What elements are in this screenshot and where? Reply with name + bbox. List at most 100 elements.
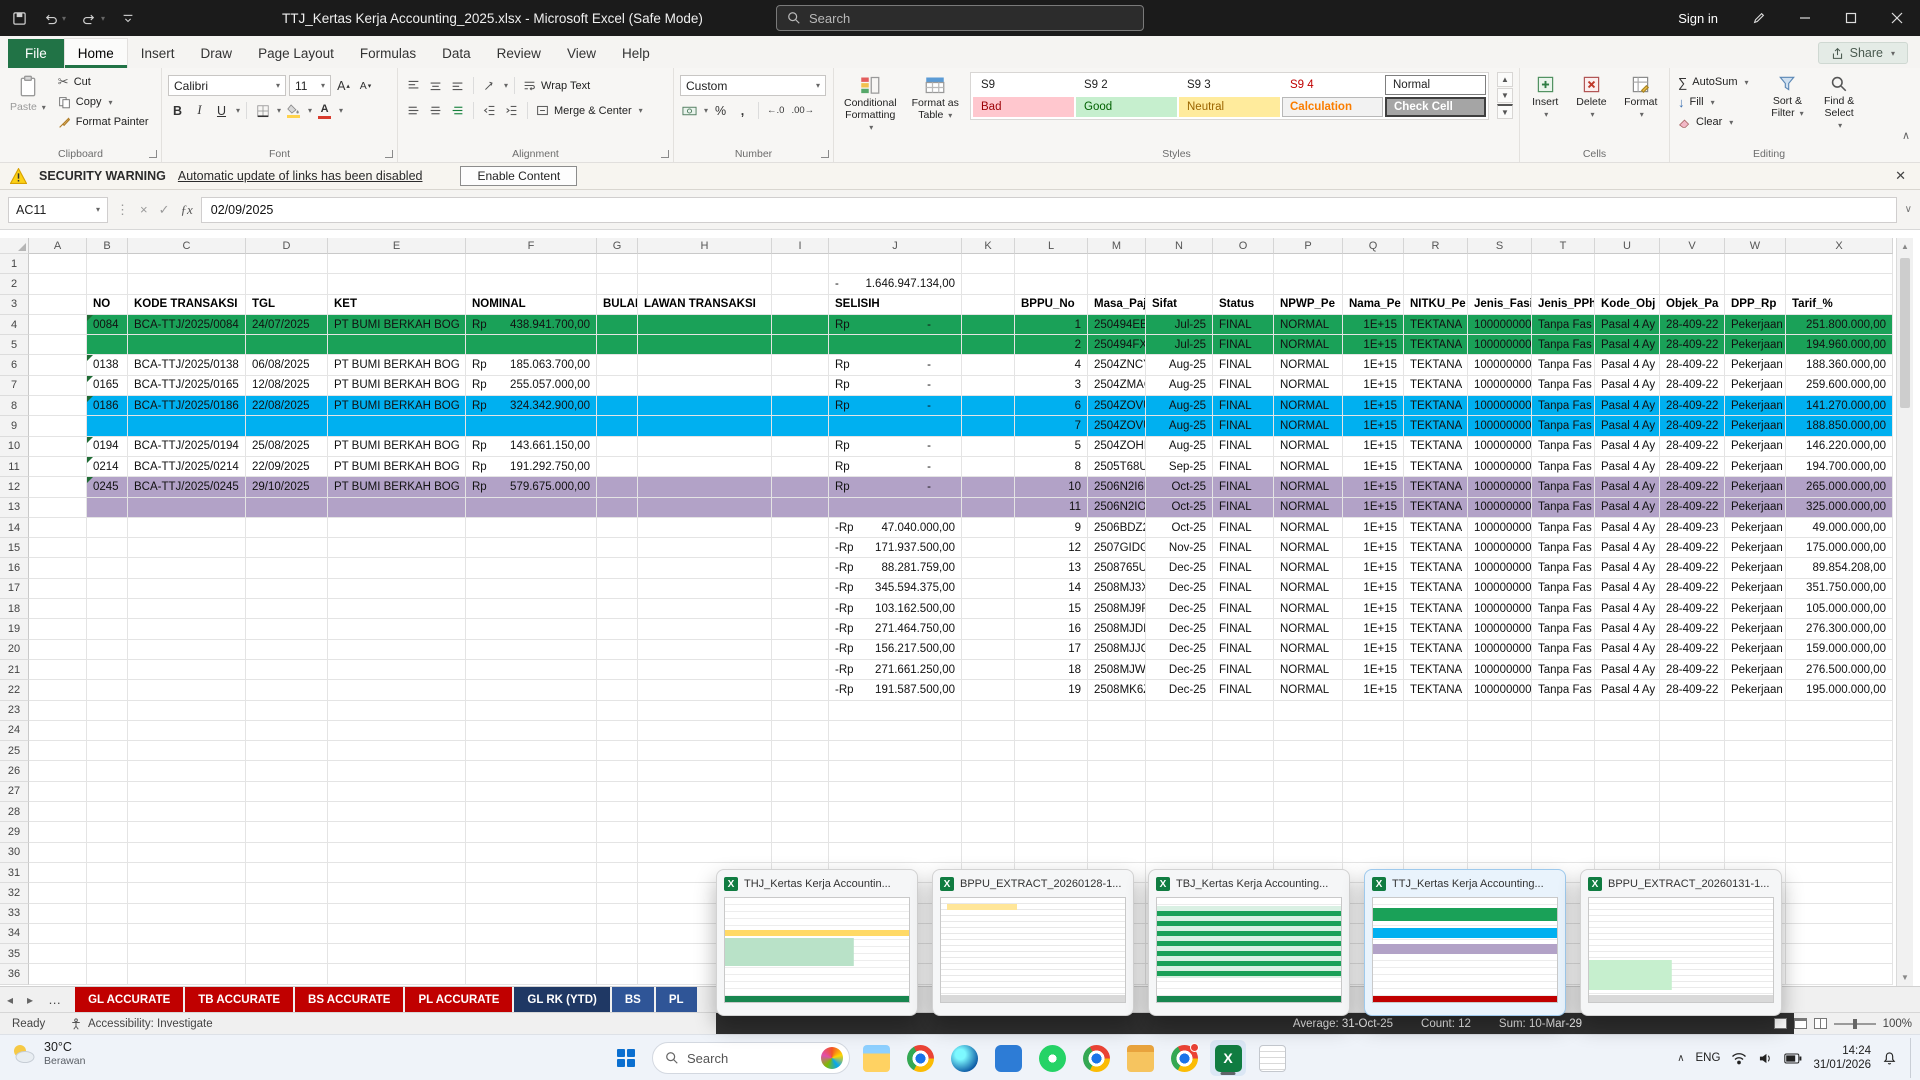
cell-B27[interactable] xyxy=(87,782,128,802)
cell-N20[interactable]: Dec-25 xyxy=(1146,640,1213,660)
cell-G16[interactable] xyxy=(597,558,638,578)
cell-V27[interactable] xyxy=(1660,782,1725,802)
cell-P11[interactable]: NORMAL xyxy=(1274,457,1343,477)
taskbar-preview-card-4[interactable]: XTTJ_Kertas Kerja Accounting... xyxy=(1364,869,1566,1016)
cell-N24[interactable] xyxy=(1146,721,1213,741)
cell-W14[interactable]: Pekerjaan xyxy=(1725,518,1786,538)
cell-U29[interactable] xyxy=(1595,822,1660,842)
taskbar-preview-card-5[interactable]: XBPPU_EXTRACT_20260131-1... xyxy=(1580,869,1782,1016)
cell-J21[interactable]: -Rp271.661.250,00 xyxy=(829,660,962,680)
cell-P20[interactable]: NORMAL xyxy=(1274,640,1343,660)
cell-S29[interactable] xyxy=(1468,822,1532,842)
cell-W13[interactable]: Pekerjaan xyxy=(1725,498,1786,518)
row-header-25[interactable]: 25 xyxy=(0,741,29,761)
cell-W3[interactable]: DPP_Rp xyxy=(1725,295,1786,315)
cell-L10[interactable]: 5 xyxy=(1015,437,1088,457)
cell-B23[interactable] xyxy=(87,701,128,721)
row-header-13[interactable]: 13 xyxy=(0,498,29,518)
cell-H21[interactable] xyxy=(638,660,772,680)
cut-button[interactable]: ✂Cut xyxy=(56,72,151,92)
cell-D33[interactable] xyxy=(246,904,328,924)
cell-U9[interactable]: Pasal 4 Ay xyxy=(1595,416,1660,436)
align-middle-icon[interactable] xyxy=(426,76,445,95)
cell-B8[interactable]: 0186 xyxy=(87,396,128,416)
column-header-W[interactable]: W xyxy=(1725,238,1786,254)
cell-H10[interactable] xyxy=(638,437,772,457)
cell-R27[interactable] xyxy=(1404,782,1468,802)
cell-O15[interactable]: FINAL xyxy=(1213,538,1274,558)
cell-P29[interactable] xyxy=(1274,822,1343,842)
cell-V10[interactable]: 28-409-22 xyxy=(1660,437,1725,457)
cell-L23[interactable] xyxy=(1015,701,1088,721)
cell-D28[interactable] xyxy=(246,802,328,822)
cell-D7[interactable]: 12/08/2025 xyxy=(246,376,328,396)
cell-T3[interactable]: Jenis_PPh xyxy=(1532,295,1595,315)
cell-J28[interactable] xyxy=(829,802,962,822)
row-header-5[interactable]: 5 xyxy=(0,335,29,355)
cell-K27[interactable] xyxy=(962,782,1015,802)
cell-T27[interactable] xyxy=(1532,782,1595,802)
cell-A33[interactable] xyxy=(29,904,87,924)
cell-I13[interactable] xyxy=(772,498,829,518)
cell-F24[interactable] xyxy=(466,721,597,741)
cell-V6[interactable]: 28-409-22 xyxy=(1660,355,1725,375)
cell-R26[interactable] xyxy=(1404,761,1468,781)
cell-E7[interactable]: PT BUMI BERKAH BOG xyxy=(328,376,466,396)
cell-X10[interactable]: 146.220.000,00 xyxy=(1786,437,1893,457)
cell-H28[interactable] xyxy=(638,802,772,822)
cell-M26[interactable] xyxy=(1088,761,1146,781)
cell-Q7[interactable]: 1E+15 xyxy=(1343,376,1404,396)
cell-T6[interactable]: Tanpa Fas xyxy=(1532,355,1595,375)
cell-style-good[interactable]: Good xyxy=(1076,97,1177,117)
gallery-down-icon[interactable]: ▼ xyxy=(1497,88,1513,103)
cell-T5[interactable]: Tanpa Fas xyxy=(1532,335,1595,355)
increase-indent-icon[interactable] xyxy=(502,101,521,120)
cell-L20[interactable]: 17 xyxy=(1015,640,1088,660)
cell-S6[interactable]: 100000000 xyxy=(1468,355,1532,375)
enter-icon[interactable]: ✓ xyxy=(159,202,170,218)
cell-F13[interactable] xyxy=(466,498,597,518)
row-header-14[interactable]: 14 xyxy=(0,518,29,538)
sort-filter-button[interactable]: Sort & Filter ▾ xyxy=(1765,72,1811,132)
bold-button[interactable]: B xyxy=(168,101,187,120)
cell-G1[interactable] xyxy=(597,254,638,274)
cell-X32[interactable] xyxy=(1786,883,1893,903)
cell-U1[interactable] xyxy=(1595,254,1660,274)
cell-V14[interactable]: 28-409-23 xyxy=(1660,518,1725,538)
cell-B4[interactable]: 0084 xyxy=(87,315,128,335)
font-size-select[interactable]: 11▾ xyxy=(289,75,331,96)
cell-N13[interactable]: Oct-25 xyxy=(1146,498,1213,518)
cell-N11[interactable]: Sep-25 xyxy=(1146,457,1213,477)
insert-cells-button[interactable]: Insert ▾ xyxy=(1526,72,1564,120)
decrease-indent-icon[interactable] xyxy=(480,101,499,120)
cell-P1[interactable] xyxy=(1274,254,1343,274)
sheet-tab-gl-rk-ytd[interactable]: GL RK (YTD) xyxy=(514,987,609,1012)
sheet-nav-left-icon[interactable]: ◂ xyxy=(0,993,20,1007)
underline-button[interactable]: U xyxy=(212,101,231,120)
cell-S19[interactable]: 100000000 xyxy=(1468,619,1532,639)
column-header-T[interactable]: T xyxy=(1532,238,1595,254)
cell-H30[interactable] xyxy=(638,843,772,863)
find-select-button[interactable]: Find & Select ▾ xyxy=(1816,72,1862,132)
cell-M10[interactable]: 2504ZOHH xyxy=(1088,437,1146,457)
cell-X14[interactable]: 49.000.000,00 xyxy=(1786,518,1893,538)
cell-V9[interactable]: 28-409-22 xyxy=(1660,416,1725,436)
cell-O11[interactable]: FINAL xyxy=(1213,457,1274,477)
cell-J11[interactable]: Rp- xyxy=(829,457,962,477)
align-center-icon[interactable] xyxy=(426,101,445,120)
cell-Q26[interactable] xyxy=(1343,761,1404,781)
cell-W27[interactable] xyxy=(1725,782,1786,802)
cell-A28[interactable] xyxy=(29,802,87,822)
row-header-17[interactable]: 17 xyxy=(0,579,29,599)
cell-A25[interactable] xyxy=(29,741,87,761)
cell-M23[interactable] xyxy=(1088,701,1146,721)
cell-G32[interactable] xyxy=(597,883,638,903)
cell-D9[interactable] xyxy=(246,416,328,436)
enable-content-button[interactable]: Enable Content xyxy=(460,166,577,186)
cell-O22[interactable]: FINAL xyxy=(1213,680,1274,700)
cell-H4[interactable] xyxy=(638,315,772,335)
column-header-H[interactable]: H xyxy=(638,238,772,254)
cell-X26[interactable] xyxy=(1786,761,1893,781)
cell-M13[interactable]: 2506N2IOI xyxy=(1088,498,1146,518)
app-icon-blue[interactable] xyxy=(990,1040,1026,1076)
